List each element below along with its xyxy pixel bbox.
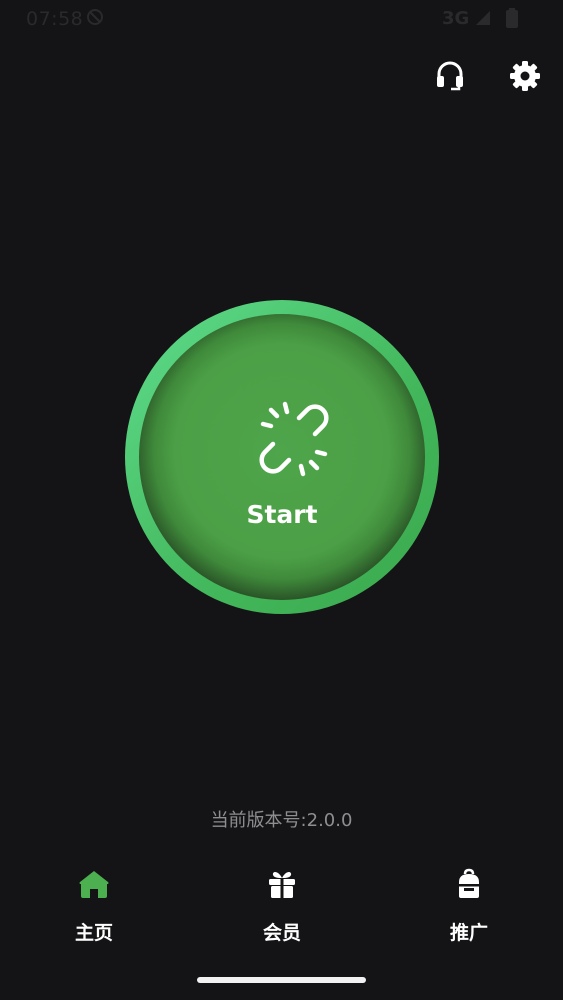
connect-button-inner: Start (139, 314, 425, 600)
start-connect-button[interactable]: Start (125, 300, 439, 614)
gift-icon (269, 871, 295, 898)
nav-label-home: 主页 (74, 922, 113, 944)
home-icon (79, 871, 109, 898)
headset-icon (437, 61, 463, 91)
start-label: Start (246, 500, 318, 529)
gear-icon (510, 61, 540, 91)
signal-icon (476, 11, 490, 25)
network-type: 3G (442, 8, 470, 29)
nav-label-promotion: 推广 (449, 922, 488, 944)
nav-item-home[interactable]: 主页 (34, 860, 154, 950)
version-text: 当前版本号:2.0.0 (210, 810, 353, 831)
customer-support-button[interactable] (430, 56, 470, 96)
bottom-nav: 主页 会员 推广 (0, 860, 563, 960)
home-indicator[interactable] (197, 977, 366, 983)
nav-item-member[interactable]: 会员 (222, 860, 342, 950)
backpack-icon (459, 868, 479, 898)
broken-link-icon (259, 401, 329, 477)
nav-label-member: 会员 (262, 922, 301, 944)
nav-item-promotion[interactable]: 推广 (409, 860, 529, 950)
battery-icon (506, 8, 518, 28)
status-bar: 07:58 3G (0, 0, 563, 36)
status-time: 07:58 (26, 8, 84, 30)
settings-button[interactable] (505, 56, 545, 96)
do-not-disturb-icon (87, 9, 103, 25)
